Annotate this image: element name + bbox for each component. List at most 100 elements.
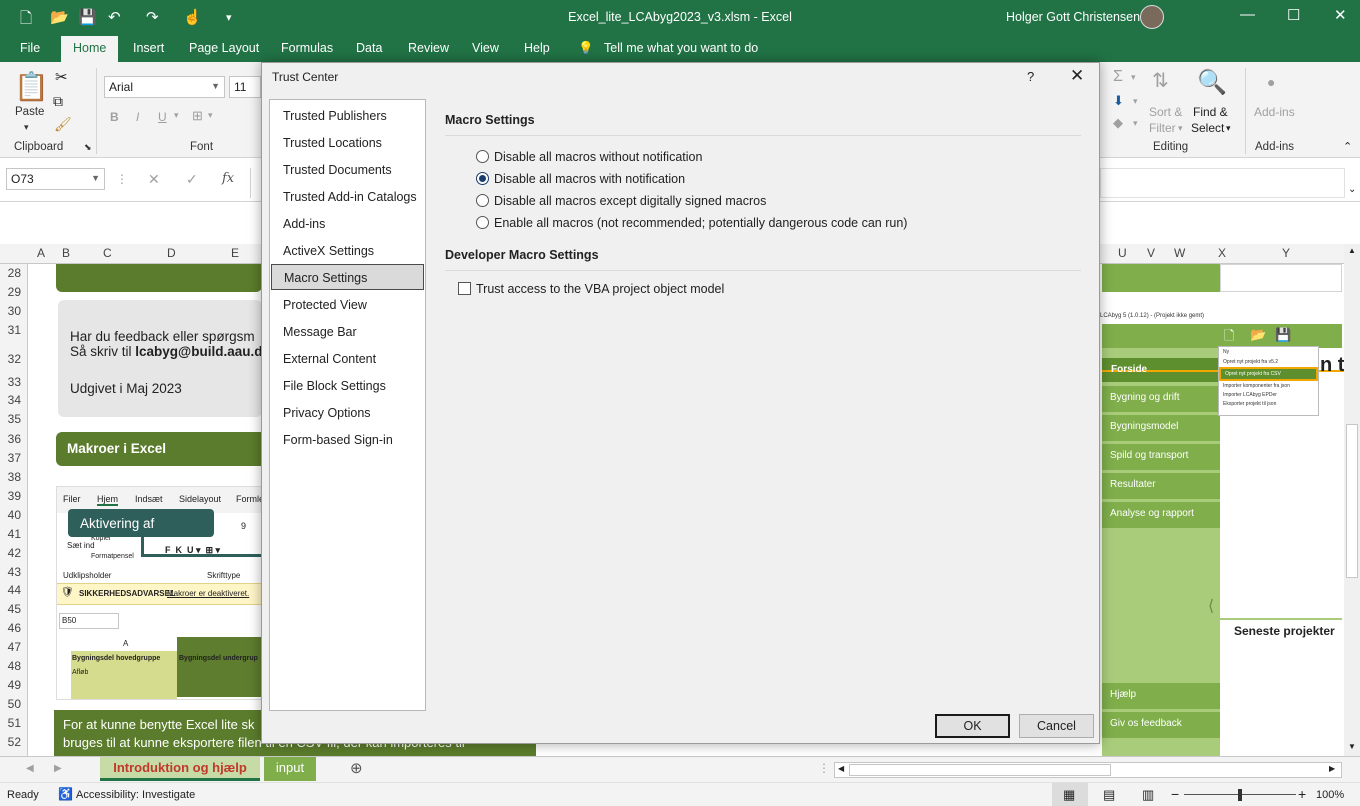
accessibility-status[interactable]: Accessibility: Investigate (76, 789, 195, 801)
nav-activex-settings[interactable]: ActiveX Settings (271, 238, 424, 264)
row-header[interactable]: 30 (8, 304, 21, 318)
option-label[interactable]: Enable all macros (not recommended; pote… (494, 216, 907, 230)
tab-file[interactable]: File (20, 41, 40, 55)
font-name-combo[interactable]: Arial ▼ (104, 76, 225, 98)
copy-icon[interactable]: ⧉ (53, 93, 63, 110)
row-header[interactable]: 42 (8, 546, 21, 560)
column-header[interactable]: Y (1282, 246, 1290, 260)
nav-form-based-sign-in[interactable]: Form-based Sign-in (271, 427, 424, 453)
borders-dropdown-icon[interactable]: ▾ (208, 110, 213, 121)
paste-button[interactable]: Paste (15, 106, 44, 118)
addins-button[interactable]: Add-ins (1254, 105, 1295, 119)
row-header[interactable]: 51 (8, 716, 21, 730)
row-header[interactable]: 33 (8, 375, 21, 389)
cancel-button[interactable]: Cancel (1019, 714, 1094, 738)
formula-input-right[interactable] (1100, 168, 1345, 198)
row-header[interactable]: 29 (8, 285, 21, 299)
nav-trusted-documents[interactable]: Trusted Documents (271, 157, 424, 183)
column-header[interactable]: V (1147, 246, 1155, 260)
dialog-launcher-icon[interactable]: ⬊ (84, 142, 92, 153)
underline-dropdown-icon[interactable]: ▾ (174, 110, 179, 121)
tab-page-layout[interactable]: Page Layout (189, 41, 259, 55)
user-name[interactable]: Holger Gott Christensen (1006, 10, 1140, 24)
nav-privacy-options[interactable]: Privacy Options (271, 400, 424, 426)
column-header[interactable]: X (1218, 246, 1226, 260)
row-header[interactable]: 38 (8, 470, 21, 484)
row-header[interactable]: 45 (8, 602, 21, 616)
find-select-button[interactable]: Find & (1193, 105, 1228, 119)
clear-icon[interactable]: ◆ (1113, 115, 1123, 131)
zoom-slider-handle[interactable] (1238, 789, 1242, 801)
column-header[interactable]: D (167, 246, 176, 260)
vba-access-label[interactable]: Trust access to the VBA project object m… (476, 282, 724, 296)
prev-sheet-icon[interactable]: ◀ (26, 763, 34, 774)
resize-dots-icon[interactable]: ⋮ (116, 172, 128, 186)
scroll-down-icon[interactable]: ▼ (1348, 742, 1356, 751)
nav-trusted-publishers[interactable]: Trusted Publishers (271, 103, 424, 129)
tab-home[interactable]: Home (61, 36, 119, 63)
autosum-dropdown-icon[interactable]: ▾ (1131, 72, 1136, 83)
sheet-tab-input[interactable]: input (264, 757, 316, 781)
vertical-scrollbar[interactable]: ▲ ▼ (1344, 244, 1360, 756)
nav-file-block-settings[interactable]: File Block Settings (271, 373, 424, 399)
italic-button[interactable]: I (136, 110, 139, 124)
close-window-icon[interactable]: ✕ (1334, 6, 1347, 24)
bold-button[interactable]: B (110, 110, 119, 124)
formula-input[interactable] (250, 168, 261, 198)
help-button[interactable]: ? (1027, 69, 1034, 84)
minimize-icon[interactable]: — (1240, 6, 1255, 23)
clear-dropdown-icon[interactable]: ▾ (1133, 118, 1138, 129)
tab-review[interactable]: Review (408, 41, 449, 55)
expand-formula-bar-icon[interactable]: ⌄ (1348, 184, 1356, 195)
column-header[interactable]: W (1174, 246, 1185, 260)
row-header[interactable]: 50 (8, 697, 21, 711)
autosum-icon[interactable]: Σ (1113, 68, 1123, 86)
row-header[interactable]: 28 (8, 266, 21, 280)
borders-icon[interactable]: ⊞ (192, 108, 203, 124)
scroll-thumb[interactable] (1346, 424, 1358, 578)
avatar[interactable] (1140, 5, 1164, 29)
option-label[interactable]: Disable all macros without notification (494, 150, 702, 164)
nav-message-bar[interactable]: Message Bar (271, 319, 424, 345)
row-header[interactable]: 49 (8, 678, 21, 692)
zoom-out-icon[interactable]: − (1171, 786, 1179, 802)
tab-insert[interactable]: Insert (133, 41, 164, 55)
nav-protected-view[interactable]: Protected View (271, 292, 424, 318)
add-sheet-icon[interactable]: ⊕ (350, 759, 363, 777)
fill-dropdown-icon[interactable]: ▾ (1133, 96, 1138, 107)
row-header[interactable]: 43 (8, 565, 21, 579)
column-header[interactable]: B (62, 246, 70, 260)
format-painter-icon[interactable]: 🖌 (54, 116, 72, 133)
paste-dropdown-icon[interactable]: ▾ (24, 122, 29, 133)
column-header[interactable]: U (1118, 246, 1127, 260)
close-icon[interactable]: ✕ (1070, 66, 1084, 86)
radio-disable-with-notification[interactable] (476, 172, 489, 185)
addins-icon[interactable]: ● (1267, 74, 1275, 90)
vba-access-checkbox[interactable] (458, 282, 471, 295)
page-break-view-icon[interactable]: ▥ (1142, 787, 1154, 803)
row-header[interactable]: 40 (8, 508, 21, 522)
insert-function-button[interactable]: fx (222, 171, 234, 186)
column-header[interactable]: A (37, 246, 45, 260)
accessibility-icon[interactable]: ♿ (58, 787, 73, 801)
next-sheet-icon[interactable]: ▶ (54, 763, 62, 774)
radio-disable-no-notification[interactable] (476, 150, 489, 163)
page-layout-view-icon[interactable]: ▤ (1103, 787, 1115, 803)
scroll-up-icon[interactable]: ▲ (1348, 246, 1356, 255)
sheet-tab-intro[interactable]: Introduktion og hjælp (100, 757, 260, 781)
nav-macro-settings[interactable]: Macro Settings (271, 264, 424, 290)
normal-view-icon[interactable]: ▦ (1063, 787, 1075, 803)
option-label[interactable]: Disable all macros with notification (494, 172, 685, 186)
row-header[interactable]: 37 (8, 451, 21, 465)
nav-trusted-locations[interactable]: Trusted Locations (271, 130, 424, 156)
tab-view[interactable]: View (472, 41, 499, 55)
row-header[interactable]: 31 (8, 323, 21, 337)
name-box[interactable]: O73 ▼ (6, 168, 105, 190)
collapse-ribbon-icon[interactable]: ⌃ (1343, 140, 1352, 153)
cut-icon[interactable]: ✂ (55, 68, 68, 86)
tab-help[interactable]: Help (524, 41, 550, 55)
maximize-icon[interactable]: ☐ (1287, 6, 1300, 24)
nav-trusted-addin-catalogs[interactable]: Trusted Add-in Catalogs (271, 184, 424, 210)
option-label[interactable]: Disable all macros except digitally sign… (494, 194, 766, 208)
row-header[interactable]: 34 (8, 393, 21, 407)
